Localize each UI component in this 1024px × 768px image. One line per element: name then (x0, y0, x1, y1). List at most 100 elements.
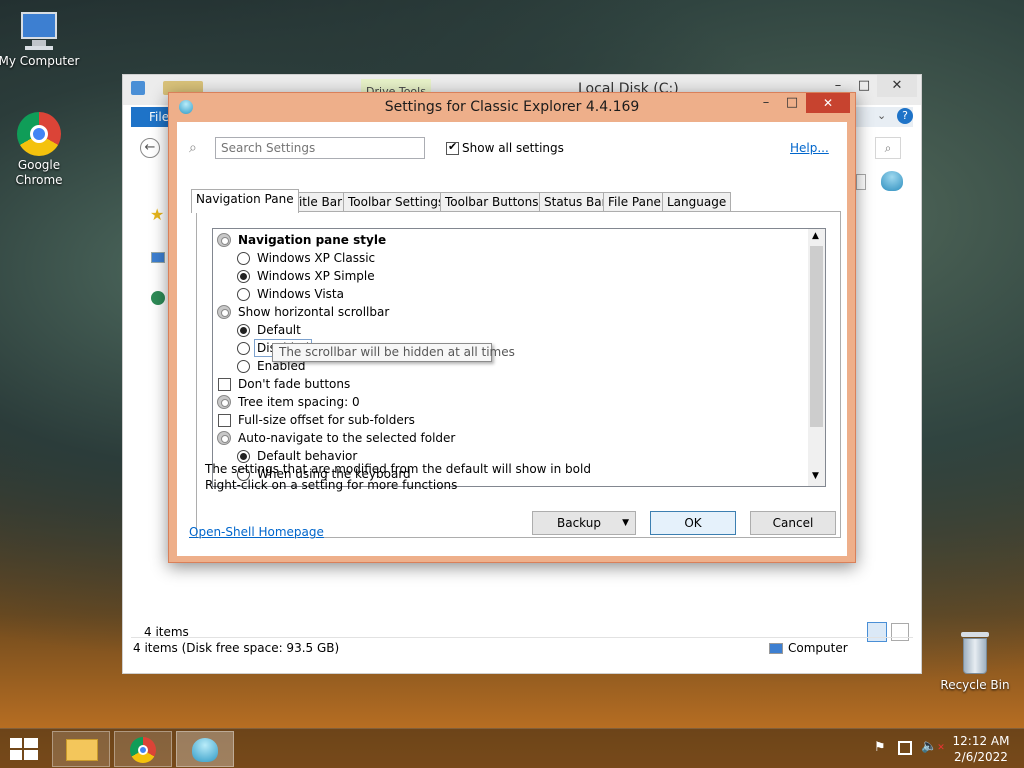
setting-label: Navigation pane style (238, 233, 387, 247)
network-nav-icon[interactable] (151, 291, 165, 305)
this-pc-nav-icon[interactable] (151, 252, 165, 263)
setting-label: Don't fade buttons (238, 377, 351, 391)
start-windows-icon[interactable] (10, 738, 38, 760)
settings-dialog: Settings for Classic Explorer 4.4.169 – … (168, 92, 856, 563)
setting-row[interactable]: Navigation pane style (213, 231, 809, 249)
chrome-icon (17, 112, 61, 156)
dialog-minimize-button[interactable]: – (753, 95, 779, 115)
tab-navigation-pane[interactable]: Navigation Pane (191, 189, 299, 213)
taskbar-chrome-button[interactable] (114, 731, 172, 767)
setting-label: Windows XP Classic (257, 251, 376, 265)
folder-icon (66, 739, 98, 761)
setting-checkbox[interactable] (218, 378, 231, 391)
volume-muted-icon[interactable]: 🔈✕ (921, 739, 945, 754)
setting-label: Tree item spacing: 0 (238, 395, 360, 409)
desktop-icon-label: My Computer (0, 54, 80, 68)
setting-gear-icon (217, 305, 231, 319)
help-icon[interactable]: ? (897, 108, 913, 124)
status-text: 4 items (Disk free space: 93.5 GB) (133, 641, 340, 655)
show-all-label: Show all settings (462, 141, 564, 155)
setting-label: Full-size offset for sub-folders (238, 413, 415, 427)
view-toggle-icon[interactable] (856, 174, 866, 190)
computer-icon (17, 10, 61, 52)
shell-icon (192, 738, 218, 762)
network-icon[interactable] (898, 741, 912, 755)
checkmark-icon: ✔ (448, 140, 458, 153)
setting-radio[interactable] (237, 360, 250, 373)
explorer-status-bar: 4 items (Disk free space: 93.5 GB) Compu… (131, 637, 913, 659)
backup-label: Backup (557, 516, 601, 530)
back-button[interactable]: ← (140, 138, 160, 158)
taskbar-classic-explorer-settings-button[interactable] (176, 731, 234, 767)
setting-tooltip: The scrollbar will be hidden at all time… (272, 343, 515, 362)
setting-row[interactable]: Auto-navigate to the selected folder (213, 429, 809, 447)
search-settings-input[interactable] (215, 137, 425, 159)
setting-gear-icon (217, 431, 231, 445)
setting-row[interactable]: Windows Vista (213, 285, 809, 303)
dialog-maximize-button[interactable]: □ (779, 95, 805, 115)
desktop-icon-label: Recycle Bin (940, 678, 1010, 692)
search-icon: ⌕ (189, 140, 197, 156)
explorer-app-icon (131, 81, 145, 95)
explorer-search-icon[interactable]: ⌕ (875, 137, 901, 159)
taskbar-file-explorer-button[interactable] (52, 731, 110, 767)
status-computer-icon (769, 643, 783, 654)
desktop-icon-google-chrome[interactable]: Google Chrome (0, 112, 81, 188)
setting-radio[interactable] (237, 342, 250, 355)
settings-note-line1: The settings that are modified from the … (205, 462, 591, 476)
setting-label: Auto-navigate to the selected folder (238, 431, 456, 445)
setting-radio[interactable] (237, 324, 250, 337)
setting-label: Show horizontal scrollbar (238, 305, 390, 319)
taskbar: ⚑ 🔈✕ 12:12 AM 2/6/2022 (0, 728, 1024, 768)
tab-file-pane[interactable]: File Pane (603, 192, 666, 212)
status-location: Computer (788, 641, 848, 655)
setting-gear-icon (217, 233, 231, 247)
setting-label: Windows XP Simple (257, 269, 375, 283)
setting-label: Default (257, 323, 301, 337)
setting-row[interactable]: Full-size offset for sub-folders (213, 411, 809, 429)
tab-toolbar-buttons[interactable]: Toolbar Buttons (440, 192, 544, 212)
recycle-bin-icon (959, 630, 991, 676)
ribbon-expand-icon[interactable]: ⌄ (877, 109, 886, 122)
show-all-check-box[interactable]: ✔ (446, 140, 459, 155)
setting-row[interactable]: Windows XP Simple (213, 267, 809, 285)
scroll-up-arrow-icon[interactable]: ▲ (812, 231, 819, 241)
desktop-icon-recycle-bin[interactable]: Recycle Bin (933, 630, 1017, 692)
ok-button[interactable]: OK (650, 511, 736, 535)
setting-checkbox[interactable] (218, 414, 231, 427)
desktop-icon-my-computer[interactable]: My Computer (0, 10, 81, 68)
setting-row[interactable]: Tree item spacing: 0 (213, 393, 809, 411)
tab-language[interactable]: Language (662, 192, 732, 212)
clock-time[interactable]: 12:12 AM (950, 734, 1012, 748)
dialog-title-bar[interactable]: Settings for Classic Explorer 4.4.169 – … (169, 93, 855, 121)
scroll-down-arrow-icon[interactable]: ▼ (812, 471, 819, 481)
setting-row[interactable]: Default (213, 321, 809, 339)
settings-scrollbar[interactable]: ▲ ▼ (808, 229, 825, 486)
setting-radio[interactable] (237, 288, 250, 301)
setting-radio[interactable] (237, 270, 250, 283)
setting-row[interactable]: Don't fade buttons (213, 375, 809, 393)
dropdown-arrow-icon: ▼ (622, 518, 629, 528)
setting-row[interactable]: Windows XP Classic (213, 249, 809, 267)
clock-date[interactable]: 2/6/2022 (950, 750, 1012, 764)
explorer-close-button[interactable]: ✕ (877, 75, 917, 97)
help-link[interactable]: Help... (790, 141, 829, 155)
dialog-close-button[interactable]: ✕ (806, 93, 850, 113)
setting-row[interactable]: Show horizontal scrollbar (213, 303, 809, 321)
setting-label: Windows Vista (257, 287, 344, 301)
settings-note-line2: Right-click on a setting for more functi… (205, 478, 458, 492)
backup-button[interactable]: Backup ▼ (532, 511, 636, 535)
tab-status-bar[interactable]: Status Bar (539, 192, 612, 212)
desktop-icon-label: Google Chrome (15, 158, 63, 187)
tab-toolbar-settings[interactable]: Toolbar Settings (343, 192, 450, 212)
classic-explorer-shell-icon[interactable] (881, 171, 903, 191)
file-menu-button[interactable]: File (131, 107, 169, 127)
scrollbar-thumb[interactable] (810, 246, 823, 427)
action-center-flag-icon[interactable]: ⚑ (874, 740, 886, 755)
cancel-button[interactable]: Cancel (750, 511, 836, 535)
favorites-star-icon[interactable]: ★ (150, 205, 164, 224)
setting-gear-icon (217, 395, 231, 409)
open-shell-homepage-link[interactable]: Open-Shell Homepage (189, 525, 324, 539)
dialog-body: ⌕ ✔ Show all settings Help... Navigation… (177, 122, 847, 556)
setting-radio[interactable] (237, 252, 250, 265)
